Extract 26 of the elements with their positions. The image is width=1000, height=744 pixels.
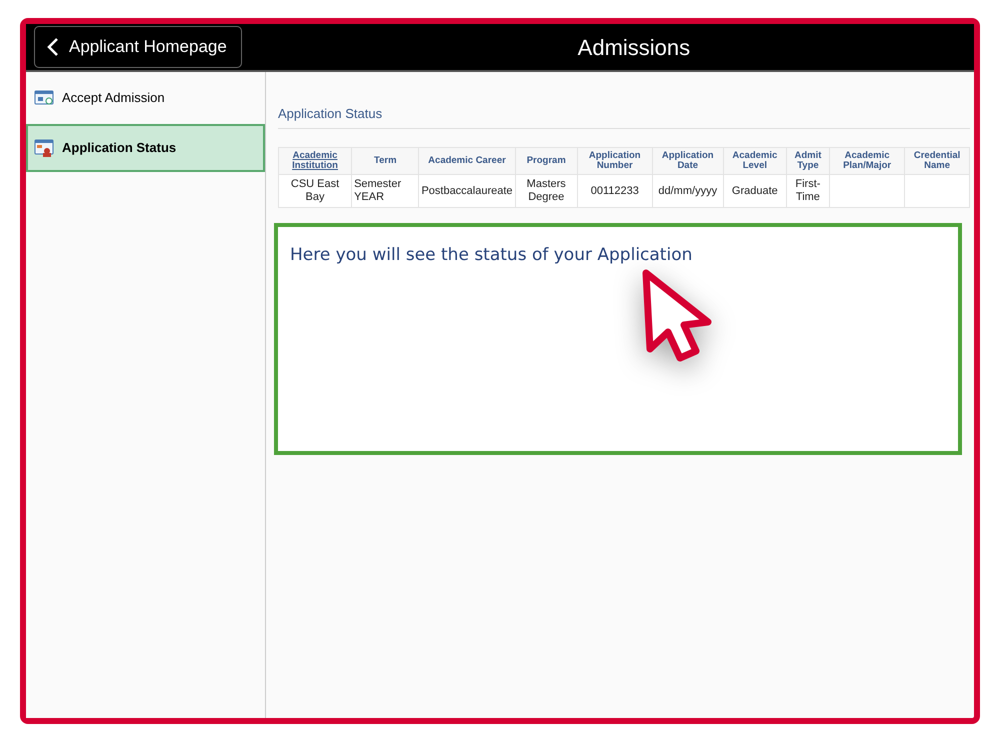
- back-button[interactable]: Applicant Homepage: [34, 26, 242, 68]
- table-cell: dd/mm/yyyy: [652, 174, 724, 208]
- table-cell: Graduate: [723, 174, 786, 208]
- column-header: Application Date: [652, 147, 724, 175]
- column-header: Academic Career: [418, 147, 516, 175]
- column-header[interactable]: Academic Institution: [278, 147, 352, 175]
- column-header: Program: [515, 147, 578, 175]
- sidebar-item[interactable]: Accept Admission: [26, 80, 265, 116]
- column-header: Academic Level: [723, 147, 786, 175]
- table-cell: 00112233: [577, 174, 652, 208]
- column-header: Admit Type: [786, 147, 830, 175]
- section-title: Application Status: [278, 104, 970, 128]
- column-header: Term: [352, 147, 419, 175]
- profile-card-icon: [34, 138, 54, 158]
- chevron-left-icon: [47, 38, 59, 56]
- table-cell: CSU East Bay: [278, 174, 352, 208]
- column-header: Application Number: [577, 147, 652, 175]
- column-header: Credential Name: [904, 147, 970, 175]
- table-cell: Semester YEAR: [352, 174, 419, 208]
- callout-text: Here you will see the status of your Application: [290, 244, 694, 267]
- sidebar-item[interactable]: Application Status: [26, 124, 265, 172]
- table-cell: First-Time: [786, 174, 830, 208]
- table-cell: Postbaccalaureate: [418, 174, 516, 208]
- column-header: Academic Plan/Major: [830, 147, 905, 175]
- table-cell: Masters Degree: [515, 174, 578, 208]
- page-title: Admissions: [576, 34, 692, 62]
